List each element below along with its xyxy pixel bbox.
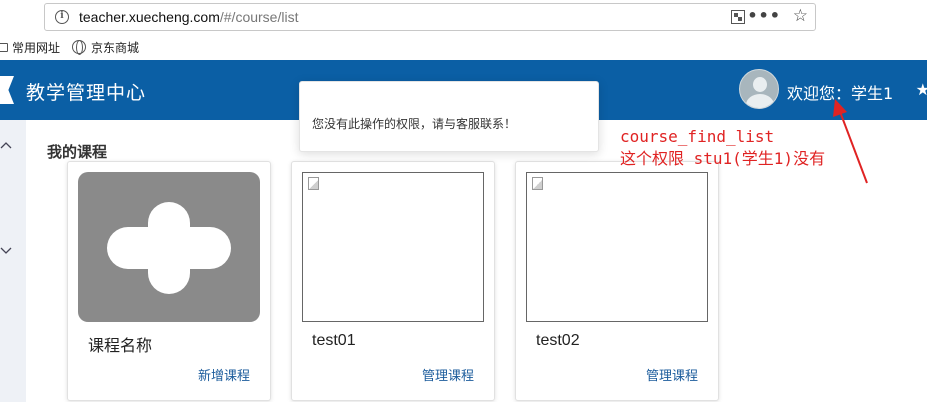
manage-course-link[interactable]: 管理课程	[646, 365, 698, 384]
permission-toast: 您没有此操作的权限，请与客服联系！	[299, 81, 599, 152]
add-course-thumb[interactable]	[78, 172, 260, 322]
course-name: test02	[536, 332, 580, 349]
chevron-down-icon[interactable]	[0, 246, 12, 256]
bookmark-jd[interactable]: 京东商城	[72, 39, 139, 56]
qr-code-icon[interactable]	[731, 10, 745, 24]
url-path: /#/course/list	[219, 9, 299, 25]
avatar[interactable]	[739, 69, 779, 109]
annotation-text: course_find_list 这个权限 stu1(学生1)没有	[620, 126, 825, 170]
url-host: teacher.xuecheng.com	[79, 9, 220, 25]
course-thumbnail	[526, 172, 708, 322]
broken-image-icon	[308, 177, 319, 190]
sidebar	[0, 120, 26, 402]
course-card[interactable]: test01 管理课程	[291, 161, 495, 401]
star-icon[interactable]: ★	[916, 80, 927, 99]
more-icon[interactable]: •••	[747, 7, 781, 25]
globe-icon	[72, 40, 87, 55]
logo-icon	[0, 76, 14, 104]
bookmark-common-sites[interactable]: 常用网址	[0, 39, 60, 56]
address-bar[interactable]: i teacher.xuecheng.com/#/course/list •••…	[44, 3, 816, 31]
url-text[interactable]: teacher.xuecheng.com/#/course/list	[79, 9, 298, 25]
bookmarks-bar: 常用网址 京东商城	[0, 36, 151, 58]
course-card[interactable]: test02 管理课程	[515, 161, 719, 401]
course-name: 课程名称	[88, 338, 153, 355]
annotation-arrow-icon	[833, 99, 868, 184]
bookmark-label: 常用网址	[12, 40, 61, 55]
section-title: 我的课程	[47, 143, 108, 161]
info-icon[interactable]: i	[55, 10, 69, 24]
broken-image-icon	[532, 177, 543, 190]
chevron-up-icon[interactable]	[0, 140, 12, 150]
bookmark-star-icon[interactable]: ☆	[793, 7, 808, 25]
app-title: 教学管理中心	[26, 82, 147, 104]
course-name: test01	[312, 332, 356, 349]
annotation-line-1: course_find_list	[620, 127, 775, 146]
course-thumbnail	[302, 172, 484, 322]
manage-course-link[interactable]: 管理课程	[422, 365, 474, 384]
plus-icon-bar	[107, 227, 231, 269]
toast-message: 您没有此操作的权限，请与客服联系！	[312, 117, 517, 131]
add-course-link[interactable]: 新增课程	[198, 365, 250, 384]
bookmark-label: 京东商城	[91, 40, 140, 55]
annotation-line-2: 这个权限 stu1(学生1)没有	[620, 149, 826, 168]
course-card-add[interactable]: 课程名称 新增课程	[67, 161, 271, 401]
folder-icon	[0, 42, 8, 52]
